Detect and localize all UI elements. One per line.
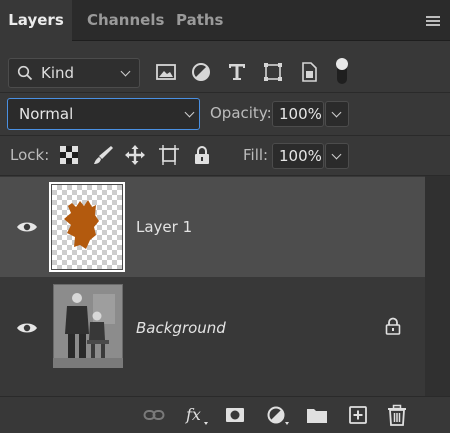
chevron-down-icon xyxy=(331,107,342,118)
blend-mode-dropdown[interactable]: Normal xyxy=(7,98,200,130)
orange-leaf-shape xyxy=(64,200,99,249)
filter-toggle-switch[interactable] xyxy=(334,56,350,86)
adjustment-layer-icon[interactable] xyxy=(266,404,292,426)
chevron-down-icon xyxy=(184,107,195,118)
chevron-down-icon xyxy=(120,66,131,77)
lock-label: Lock: xyxy=(10,146,50,164)
lock-all-icon[interactable] xyxy=(191,144,213,166)
panel-tab-bar: Layers Channels Paths xyxy=(0,0,450,41)
fill-dropdown-button[interactable] xyxy=(325,143,349,169)
tab-channels[interactable]: Channels xyxy=(87,0,164,40)
opacity-input[interactable]: 100% xyxy=(272,101,324,127)
new-group-icon[interactable] xyxy=(306,404,328,426)
tab-paths[interactable]: Paths xyxy=(176,0,224,40)
fill-value: 100% xyxy=(279,147,322,165)
layer-row-layer-1[interactable]: Layer 1 xyxy=(0,177,425,277)
adjustment-filter-icon[interactable] xyxy=(189,60,213,84)
blend-mode-value: Normal xyxy=(19,105,74,123)
fx-icon[interactable]: fx xyxy=(185,404,211,426)
visibility-eye-icon[interactable] xyxy=(16,220,38,234)
new-layer-icon[interactable] xyxy=(347,404,369,426)
search-icon xyxy=(17,65,33,81)
lock-transparent-pixels-icon[interactable] xyxy=(58,144,80,166)
link-layers-icon[interactable] xyxy=(143,404,165,426)
visibility-eye-icon[interactable] xyxy=(16,321,38,335)
layers-panel: Layers Channels Paths Kind Normal Opacit… xyxy=(0,0,450,433)
opacity-value: 100% xyxy=(279,105,322,123)
lock-image-pixels-icon[interactable] xyxy=(92,144,114,166)
chevron-down-icon xyxy=(331,149,342,160)
filter-kind-dropdown[interactable]: Kind xyxy=(8,58,140,88)
tab-layers[interactable]: Layers xyxy=(0,0,72,41)
layer-thumbnail xyxy=(52,283,124,369)
delete-layer-icon[interactable] xyxy=(386,404,408,426)
layers-list: Layer 1 Background xyxy=(0,176,425,396)
layer-row-background[interactable]: Background xyxy=(0,280,425,380)
opacity-dropdown-button[interactable] xyxy=(325,101,349,127)
add-mask-icon[interactable] xyxy=(224,404,246,426)
layers-scrollbar[interactable] xyxy=(425,176,450,396)
lock-position-icon[interactable] xyxy=(124,144,146,166)
opacity-label: Opacity: xyxy=(210,104,272,122)
image-filter-icon[interactable] xyxy=(154,60,178,84)
layer-lock-icon[interactable] xyxy=(385,317,401,335)
lock-artboard-icon[interactable] xyxy=(158,144,180,166)
layer-name: Background xyxy=(136,319,226,337)
layer-name: Layer 1 xyxy=(136,218,193,236)
fill-input[interactable]: 100% xyxy=(272,143,324,169)
vintage-photo-thumbnail xyxy=(52,283,124,369)
shape-filter-icon[interactable] xyxy=(261,60,285,84)
panel-menu-icon[interactable] xyxy=(426,16,440,26)
layer-thumbnail xyxy=(49,182,125,272)
type-filter-icon[interactable] xyxy=(225,60,249,84)
svg-text:fx: fx xyxy=(185,405,201,424)
fill-label: Fill: xyxy=(243,146,269,164)
filter-kind-label: Kind xyxy=(41,64,75,82)
smart-object-filter-icon[interactable] xyxy=(297,60,321,84)
